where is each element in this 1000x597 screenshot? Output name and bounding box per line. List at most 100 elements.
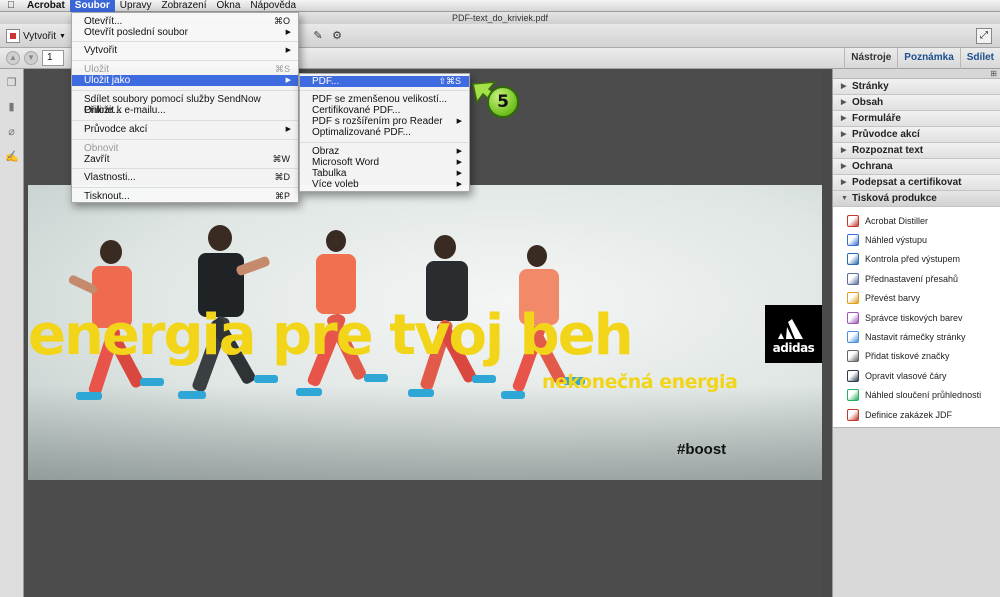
menu-item-print[interactable]: Tisknout... ⌘P — [72, 191, 298, 202]
pane-options-icon[interactable]: ⊞ — [990, 69, 997, 78]
section-label: Podepsat a certifikovat — [852, 177, 962, 188]
print-production-tools: Acrobat Distiller Náhled výstupu Kontrola … — [833, 207, 1000, 432]
tool-label: Definice zakázek JDF — [865, 409, 953, 420]
submenu-arrow-icon: ▶ — [285, 29, 291, 36]
menu-acrobat[interactable]: Acrobat — [22, 0, 70, 12]
tool-icon — [847, 369, 859, 382]
menu-item-open[interactable]: Otevřít... ⌘O — [72, 16, 298, 27]
create-button[interactable]: Vytvořit ▼ — [6, 28, 66, 44]
menu-separator — [72, 139, 298, 140]
navigation-pane: ❐ ▮ ⌀ ✍ — [0, 69, 24, 597]
signature-icon[interactable]: ✍ — [5, 151, 19, 164]
menu-zobrazeni[interactable]: Zobrazení — [156, 0, 211, 12]
submenu-item-optimized-pdf[interactable]: Optimalizované PDF... — [300, 127, 469, 138]
file-menu: Otevřít... ⌘O Otevřít poslední soubor ▶ Vy… — [71, 12, 299, 203]
tool-item[interactable]: Správce tiskových barev — [833, 308, 1000, 327]
step-number-badge: 5 — [487, 86, 519, 118]
submenu-item-pdf[interactable]: PDF... ⇧⌘S — [300, 76, 469, 87]
triangle-right-icon: ▶ — [841, 163, 847, 170]
submenu-item-reduced-pdf[interactable]: PDF se zmenšenou velikostí... — [300, 94, 469, 105]
tool-icon — [847, 234, 859, 247]
menu-item-close[interactable]: Zavřít ⌘W — [72, 154, 298, 165]
section-forms[interactable]: ▶ Formuláře — [833, 111, 1000, 127]
section-sign-certify[interactable]: ▶ Podepsat a certifikovat — [833, 175, 1000, 191]
tab-share[interactable]: Sdílet — [959, 48, 1000, 69]
page-number-input[interactable]: 1 — [42, 50, 64, 66]
tools-pane: ⊞ ▶ Stránky ▶ Obsah ▶ Formuláře ▶ Průvodce a… — [832, 69, 1000, 597]
next-page-icon[interactable]: ▼ — [24, 51, 38, 65]
tool-icon — [847, 292, 859, 305]
submenu-item-certified-pdf[interactable]: Certifikované PDF... — [300, 105, 469, 116]
tool-label: Přednastavení přesahů — [865, 273, 959, 284]
tool-item[interactable]: Kontrola před výstupem — [833, 250, 1000, 269]
menu-separator — [72, 60, 298, 61]
tool-icon — [847, 214, 859, 227]
menu-item-properties[interactable]: Vlastnosti... ⌘D — [72, 172, 298, 183]
menu-napoveda[interactable]: Nápověda — [245, 0, 301, 12]
tool-label: Opravit vlasové čáry — [865, 370, 947, 381]
section-action-wizard[interactable]: ▶ Průvodce akcí — [833, 127, 1000, 143]
triangle-right-icon: ▶ — [841, 115, 847, 122]
section-recognize-text[interactable]: ▶ Rozpoznat text — [833, 143, 1000, 159]
menu-item-create[interactable]: Vytvořit ▶ — [72, 45, 298, 56]
submenu-item-reader-extended-pdf[interactable]: PDF s rozšířením pro Reader ▶ — [300, 116, 469, 127]
bookmark-icon[interactable]: ▮ — [5, 101, 18, 114]
menu-item-attach-email[interactable]: Přiložit k e-mailu... — [72, 105, 298, 116]
submenu-arrow-icon: ▶ — [285, 126, 291, 133]
menu-separator — [72, 187, 298, 188]
menu-item-save-as[interactable]: Uložit jako ▶ — [72, 75, 298, 86]
tool-item[interactable]: Náhled sloučení průhlednosti — [833, 386, 1000, 405]
tab-tools[interactable]: Nástroje — [844, 48, 897, 69]
banner-subslogan: nekonečná energia — [542, 371, 738, 393]
menu-item-open-recent[interactable]: Otevřít poslední soubor ▶ — [72, 27, 298, 38]
tool-item[interactable]: Převést barvy — [833, 289, 1000, 308]
tool-item[interactable]: Náhled výstupu — [833, 230, 1000, 249]
tool-label: Správce tiskových barev — [865, 312, 963, 323]
tool-icon — [847, 408, 859, 421]
attachment-icon[interactable]: ⌀ — [5, 126, 18, 139]
submenu-item-word[interactable]: Microsoft Word ▶ — [300, 157, 469, 168]
expand-icon[interactable]: ⤢ — [976, 28, 992, 44]
tool-item[interactable]: Definice zakázek JDF — [833, 405, 1000, 424]
section-print-production[interactable]: ▼ Tisková produkce — [833, 191, 1000, 207]
menu-item-save: Uložit ⌘S — [84, 64, 290, 75]
tool-icon — [847, 350, 859, 363]
tool-item[interactable]: Nastavit rámečky stránky — [833, 327, 1000, 346]
tool-item[interactable]: Opravit vlasové čáry — [833, 366, 1000, 385]
menu-separator — [72, 168, 298, 169]
tab-comment[interactable]: Poznámka — [897, 48, 959, 69]
tool-item[interactable]: Přidat tiskové značky — [833, 347, 1000, 366]
section-pages[interactable]: ▶ Stránky — [833, 79, 1000, 95]
save-as-submenu: PDF... ⇧⌘S PDF se zmenšenou velikostí... … — [299, 73, 470, 192]
page-thumbnails-icon[interactable]: ❐ — [5, 77, 18, 90]
tool-icon — [847, 253, 859, 266]
triangle-right-icon: ▶ — [841, 83, 847, 90]
menu-separator — [72, 120, 298, 121]
chevron-down-icon: ▼ — [58, 32, 66, 40]
tool-item[interactable]: Acrobat Distiller — [833, 211, 1000, 230]
tool-item[interactable]: Přednastavení přesahů — [833, 269, 1000, 288]
menu-item-action-wizard[interactable]: Průvodce akcí ▶ — [72, 124, 298, 135]
tool-label: Přidat tiskové značky — [865, 351, 950, 362]
section-label: Ochrana — [852, 161, 893, 172]
section-content[interactable]: ▶ Obsah — [833, 95, 1000, 111]
apple-icon[interactable]:  — [0, 0, 22, 11]
submenu-arrow-icon: ▶ — [285, 47, 291, 54]
section-protection[interactable]: ▶ Ochrana — [833, 159, 1000, 175]
menu-item-share-sendnow[interactable]: Sdílet soubory pomocí služby SendNow Onl… — [72, 94, 298, 116]
menu-upravy[interactable]: Úpravy — [115, 0, 157, 12]
tool-label: Převést barvy — [865, 293, 921, 304]
submenu-item-more-options[interactable]: Více voleb ▶ — [300, 179, 469, 190]
section-label: Obsah — [852, 97, 884, 108]
banner-hashtag: #boost — [677, 441, 727, 458]
share-icon[interactable]: ⚙ — [330, 29, 344, 43]
previous-page-icon[interactable]: ▲ — [6, 51, 20, 65]
menu-soubor[interactable]: Soubor — [69, 0, 115, 12]
submenu-arrow-icon: ▶ — [456, 148, 462, 155]
menu-okna[interactable]: Okna — [212, 0, 246, 12]
submenu-item-image[interactable]: Obraz ▶ — [300, 146, 469, 157]
banner-slogan: energia pre tvoj beh — [28, 303, 634, 368]
edit-text-icon[interactable]: ✎ — [311, 29, 325, 43]
submenu-arrow-icon: ▶ — [456, 181, 462, 188]
submenu-item-spreadsheet[interactable]: Tabulka ▶ — [300, 168, 469, 179]
